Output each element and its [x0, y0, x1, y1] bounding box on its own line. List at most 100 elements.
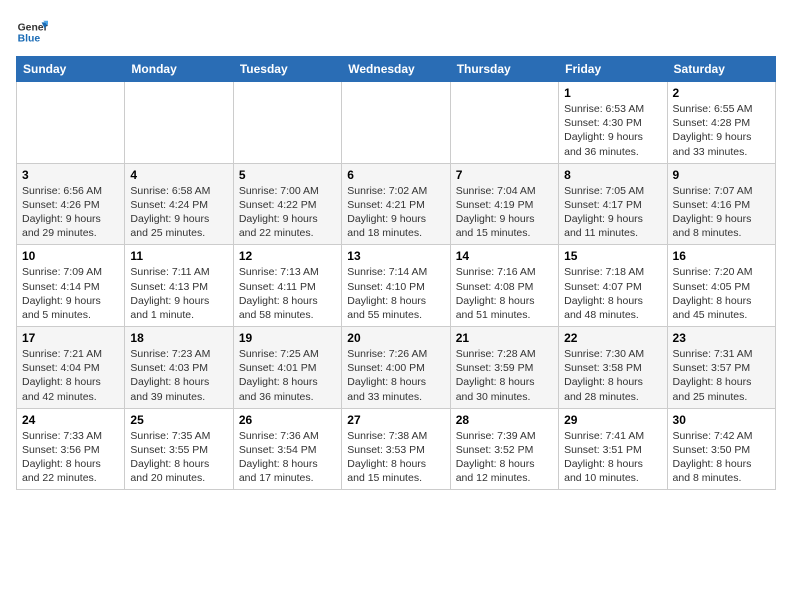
header-tuesday: Tuesday	[233, 57, 341, 82]
calendar-cell: 23Sunrise: 7:31 AM Sunset: 3:57 PM Dayli…	[667, 327, 775, 409]
calendar-cell: 25 Sunrise: 7:35 AM Sunset: 3:55 PM Dayli…	[125, 408, 233, 490]
day-number: 19	[239, 331, 336, 345]
calendar-cell: 5 Sunrise: 7:00 AM Sunset: 4:22 PM Daylig…	[233, 163, 341, 245]
header-saturday: Saturday	[667, 57, 775, 82]
day-number: 30	[673, 413, 770, 427]
day-number: 13	[347, 249, 444, 263]
calendar-cell: 19 Sunrise: 7:25 AM Sunset: 4:01 PM Dayli…	[233, 327, 341, 409]
calendar-cell: 27 Sunrise: 7:38 AM Sunset: 3:53 PM Dayli…	[342, 408, 450, 490]
day-info: Sunrise: 7:16 AM Sunset: 4:08 PM Dayligh…	[456, 265, 553, 322]
calendar-week-row: 17 Sunrise: 7:21 AM Sunset: 4:04 PM Dayli…	[17, 327, 776, 409]
calendar-cell	[450, 82, 558, 164]
calendar-cell: 9 Sunrise: 7:07 AM Sunset: 4:16 PM Daylig…	[667, 163, 775, 245]
day-info: Sunrise: 7:31 AM Sunset: 3:57 PM Dayligh…	[673, 347, 770, 404]
calendar-cell: 17 Sunrise: 7:21 AM Sunset: 4:04 PM Dayli…	[17, 327, 125, 409]
day-info: Sunrise: 7:00 AM Sunset: 4:22 PM Dayligh…	[239, 184, 336, 241]
day-number: 22	[564, 331, 661, 345]
day-info: Sunrise: 7:38 AM Sunset: 3:53 PM Dayligh…	[347, 429, 444, 486]
calendar-cell	[342, 82, 450, 164]
calendar-week-row: 24 Sunrise: 7:33 AM Sunset: 3:56 PM Dayli…	[17, 408, 776, 490]
calendar-cell: 13Sunrise: 7:14 AM Sunset: 4:10 PM Dayli…	[342, 245, 450, 327]
day-info: Sunrise: 7:26 AM Sunset: 4:00 PM Dayligh…	[347, 347, 444, 404]
calendar-cell: 18 Sunrise: 7:23 AM Sunset: 4:03 PM Dayli…	[125, 327, 233, 409]
calendar-cell	[17, 82, 125, 164]
logo: General Blue	[16, 16, 52, 48]
day-number: 26	[239, 413, 336, 427]
day-number: 14	[456, 249, 553, 263]
calendar-cell: 16 Sunrise: 7:20 AM Sunset: 4:05 PM Dayli…	[667, 245, 775, 327]
day-info: Sunrise: 7:25 AM Sunset: 4:01 PM Dayligh…	[239, 347, 336, 404]
day-number: 6	[347, 168, 444, 182]
calendar-cell: 4 Sunrise: 6:58 AM Sunset: 4:24 PM Daylig…	[125, 163, 233, 245]
calendar-cell: 29 Sunrise: 7:41 AM Sunset: 3:51 PM Dayli…	[559, 408, 667, 490]
header-monday: Monday	[125, 57, 233, 82]
day-number: 24	[22, 413, 119, 427]
day-number: 27	[347, 413, 444, 427]
day-info: Sunrise: 7:18 AM Sunset: 4:07 PM Dayligh…	[564, 265, 661, 322]
calendar-cell: 26 Sunrise: 7:36 AM Sunset: 3:54 PM Dayli…	[233, 408, 341, 490]
header: General Blue	[16, 16, 776, 48]
calendar-cell: 15 Sunrise: 7:18 AM Sunset: 4:07 PM Dayli…	[559, 245, 667, 327]
day-number: 12	[239, 249, 336, 263]
calendar-week-row: 3Sunrise: 6:56 AM Sunset: 4:26 PM Daylig…	[17, 163, 776, 245]
calendar-cell: 6 Sunrise: 7:02 AM Sunset: 4:21 PM Daylig…	[342, 163, 450, 245]
day-info: Sunrise: 7:07 AM Sunset: 4:16 PM Dayligh…	[673, 184, 770, 241]
day-number: 15	[564, 249, 661, 263]
day-info: Sunrise: 6:55 AM Sunset: 4:28 PM Dayligh…	[673, 102, 770, 159]
header-sunday: Sunday	[17, 57, 125, 82]
calendar-header-row: SundayMondayTuesdayWednesdayThursdayFrid…	[17, 57, 776, 82]
day-number: 17	[22, 331, 119, 345]
day-number: 10	[22, 249, 119, 263]
day-number: 9	[673, 168, 770, 182]
day-number: 8	[564, 168, 661, 182]
day-info: Sunrise: 6:53 AM Sunset: 4:30 PM Dayligh…	[564, 102, 661, 159]
calendar-cell: 20 Sunrise: 7:26 AM Sunset: 4:00 PM Dayli…	[342, 327, 450, 409]
svg-text:Blue: Blue	[18, 34, 41, 45]
calendar-cell: 30Sunrise: 7:42 AM Sunset: 3:50 PM Dayli…	[667, 408, 775, 490]
header-thursday: Thursday	[450, 57, 558, 82]
day-number: 7	[456, 168, 553, 182]
logo-icon: General Blue	[16, 16, 48, 48]
day-info: Sunrise: 7:05 AM Sunset: 4:17 PM Dayligh…	[564, 184, 661, 241]
day-number: 4	[130, 168, 227, 182]
day-number: 29	[564, 413, 661, 427]
calendar-cell	[233, 82, 341, 164]
calendar-cell: 10 Sunrise: 7:09 AM Sunset: 4:14 PM Dayli…	[17, 245, 125, 327]
day-number: 5	[239, 168, 336, 182]
day-info: Sunrise: 7:02 AM Sunset: 4:21 PM Dayligh…	[347, 184, 444, 241]
day-info: Sunrise: 7:36 AM Sunset: 3:54 PM Dayligh…	[239, 429, 336, 486]
day-info: Sunrise: 6:58 AM Sunset: 4:24 PM Dayligh…	[130, 184, 227, 241]
calendar-cell: 24 Sunrise: 7:33 AM Sunset: 3:56 PM Dayli…	[17, 408, 125, 490]
day-number: 11	[130, 249, 227, 263]
calendar-cell: 1Sunrise: 6:53 AM Sunset: 4:30 PM Daylig…	[559, 82, 667, 164]
calendar-cell: 12 Sunrise: 7:13 AM Sunset: 4:11 PM Dayli…	[233, 245, 341, 327]
day-number: 18	[130, 331, 227, 345]
day-number: 28	[456, 413, 553, 427]
calendar: SundayMondayTuesdayWednesdayThursdayFrid…	[16, 56, 776, 490]
calendar-cell: 28 Sunrise: 7:39 AM Sunset: 3:52 PM Dayli…	[450, 408, 558, 490]
header-wednesday: Wednesday	[342, 57, 450, 82]
day-number: 25	[130, 413, 227, 427]
day-info: Sunrise: 7:39 AM Sunset: 3:52 PM Dayligh…	[456, 429, 553, 486]
calendar-cell: 14 Sunrise: 7:16 AM Sunset: 4:08 PM Dayli…	[450, 245, 558, 327]
day-info: Sunrise: 7:20 AM Sunset: 4:05 PM Dayligh…	[673, 265, 770, 322]
calendar-week-row: 1Sunrise: 6:53 AM Sunset: 4:30 PM Daylig…	[17, 82, 776, 164]
calendar-cell: 22Sunrise: 7:30 AM Sunset: 3:58 PM Dayli…	[559, 327, 667, 409]
day-info: Sunrise: 7:28 AM Sunset: 3:59 PM Dayligh…	[456, 347, 553, 404]
day-info: Sunrise: 7:13 AM Sunset: 4:11 PM Dayligh…	[239, 265, 336, 322]
header-friday: Friday	[559, 57, 667, 82]
day-info: Sunrise: 7:35 AM Sunset: 3:55 PM Dayligh…	[130, 429, 227, 486]
day-info: Sunrise: 7:09 AM Sunset: 4:14 PM Dayligh…	[22, 265, 119, 322]
day-number: 16	[673, 249, 770, 263]
day-info: Sunrise: 7:41 AM Sunset: 3:51 PM Dayligh…	[564, 429, 661, 486]
day-number: 2	[673, 86, 770, 100]
calendar-week-row: 10 Sunrise: 7:09 AM Sunset: 4:14 PM Dayli…	[17, 245, 776, 327]
day-info: Sunrise: 7:23 AM Sunset: 4:03 PM Dayligh…	[130, 347, 227, 404]
day-info: Sunrise: 7:04 AM Sunset: 4:19 PM Dayligh…	[456, 184, 553, 241]
day-number: 20	[347, 331, 444, 345]
day-info: Sunrise: 7:21 AM Sunset: 4:04 PM Dayligh…	[22, 347, 119, 404]
calendar-cell: 11Sunrise: 7:11 AM Sunset: 4:13 PM Dayli…	[125, 245, 233, 327]
calendar-cell	[125, 82, 233, 164]
day-info: Sunrise: 7:33 AM Sunset: 3:56 PM Dayligh…	[22, 429, 119, 486]
day-info: Sunrise: 6:56 AM Sunset: 4:26 PM Dayligh…	[22, 184, 119, 241]
